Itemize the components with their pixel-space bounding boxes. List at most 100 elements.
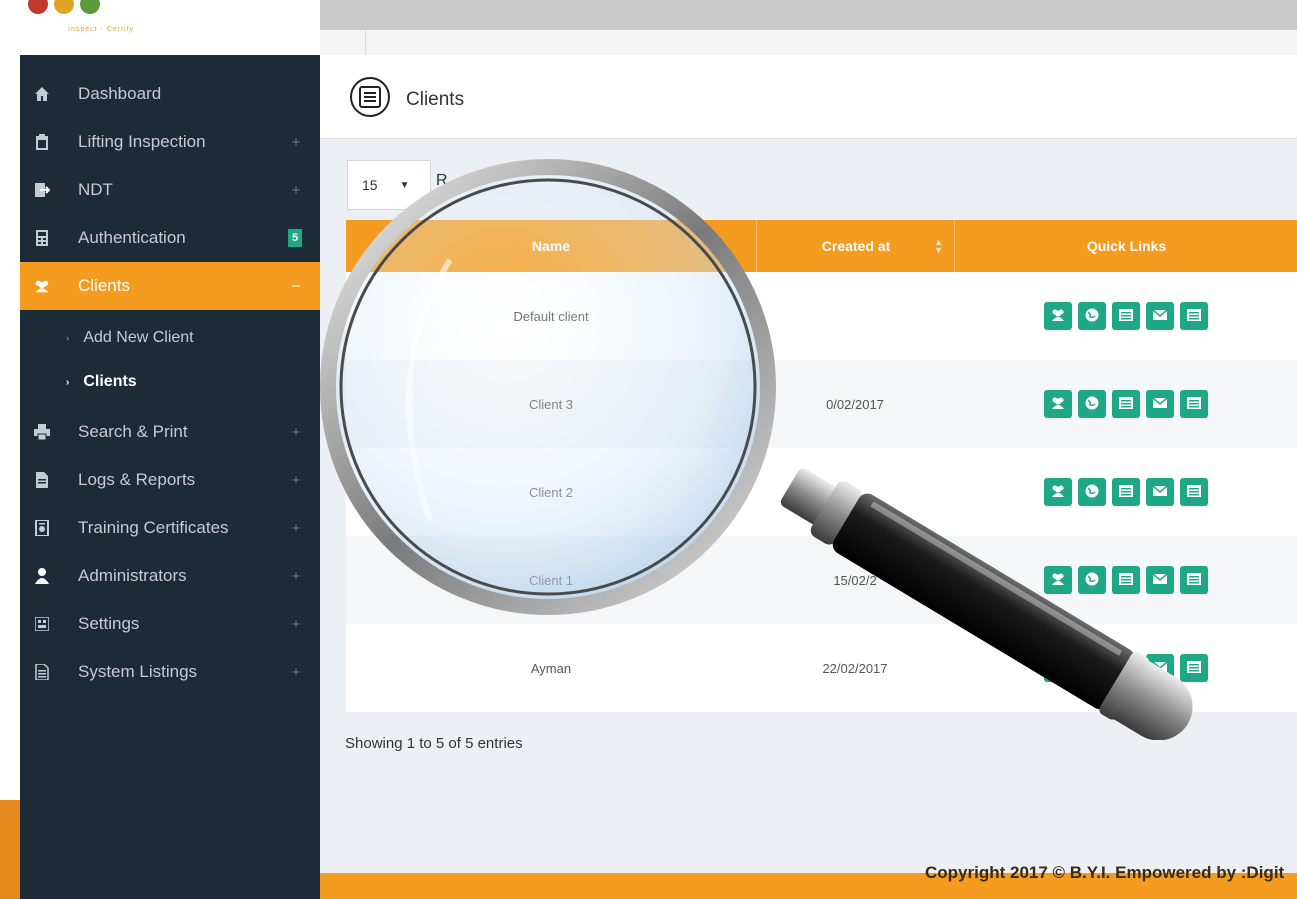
- users-icon: [1050, 483, 1066, 502]
- list-icon: [1118, 307, 1134, 326]
- table-row: Default client: [346, 272, 1297, 360]
- sidebar-item-administrators[interactable]: Administrators +: [20, 552, 320, 600]
- table-row: Client 3 0/02/2017: [346, 360, 1297, 448]
- users-icon: [1050, 395, 1066, 414]
- sidebar-item-training-certificates[interactable]: Training Certificates +: [20, 504, 320, 552]
- sidebar-item-system-listings[interactable]: System Listings +: [20, 648, 320, 696]
- collapse-indicator: −: [291, 277, 301, 295]
- quick-links: [1043, 390, 1208, 418]
- sidebar-item-authentication[interactable]: Authentication 5: [20, 214, 320, 262]
- expand-indicator: +: [291, 567, 301, 585]
- expand-indicator: +: [291, 181, 301, 199]
- sidebar-subitem-clients[interactable]: › Clients: [20, 362, 320, 402]
- list-icon: [1186, 483, 1202, 502]
- logo-dot-green: [80, 0, 100, 14]
- quick-link-button[interactable]: [1077, 654, 1106, 682]
- sidebar-item-dashboard[interactable]: Dashboard: [20, 70, 320, 118]
- footer: Copyright 2017 © B.Y.I. Empowered by :Di…: [320, 863, 1297, 899]
- quick-link-button[interactable]: [1111, 566, 1140, 594]
- quick-link-button[interactable]: [1179, 302, 1208, 330]
- quick-link-button[interactable]: [1111, 654, 1140, 682]
- print-icon: [34, 424, 50, 440]
- envelope-icon: [1152, 307, 1168, 326]
- sidebar-item-clients[interactable]: Clients −: [20, 262, 320, 310]
- quick-link-button[interactable]: [1179, 390, 1208, 418]
- quick-link-button[interactable]: [1043, 654, 1072, 682]
- column-header-name[interactable]: Name: [346, 220, 756, 272]
- settings-icon: [34, 616, 50, 632]
- quick-link-button[interactable]: [1043, 478, 1072, 506]
- quick-link-button[interactable]: [1111, 302, 1140, 330]
- quick-link-button[interactable]: [1179, 478, 1208, 506]
- sidebar-item-label: Authentication: [78, 228, 186, 247]
- envelope-icon: [1152, 395, 1168, 414]
- quick-links: [1043, 654, 1208, 682]
- cell-name: Client 3: [528, 396, 574, 412]
- list-icon: [1186, 395, 1202, 414]
- sidebar-item-label: Training Certificates: [78, 518, 229, 537]
- column-header-label: Name: [531, 238, 571, 254]
- sidebar-item-label: Lifting Inspection: [78, 132, 206, 151]
- sidebar-item-label: Administrators: [78, 566, 187, 585]
- user-icon: [34, 568, 50, 584]
- per-page-value: 15: [362, 177, 378, 193]
- column-header-label: Quick Links: [1086, 238, 1167, 254]
- sidebar-item-label: NDT: [78, 180, 113, 199]
- sidebar-item-lifting-inspection[interactable]: Lifting Inspection +: [20, 118, 320, 166]
- quick-link-button[interactable]: [1043, 566, 1072, 594]
- list-file-icon: [34, 664, 50, 680]
- list-icon: [1186, 659, 1202, 678]
- cell-quick-links: [954, 624, 1297, 712]
- quick-link-button[interactable]: [1077, 566, 1106, 594]
- column-header-created-at[interactable]: Created at ▲ ▼: [756, 220, 955, 272]
- expand-indicator: +: [291, 615, 301, 633]
- logo-dot-red: [28, 0, 48, 14]
- quick-link-button[interactable]: [1077, 302, 1106, 330]
- certificate-icon: [34, 520, 50, 536]
- sidebar-subitem-label: Add New Client: [83, 329, 194, 346]
- logo[interactable]: Inspect - Certify: [0, 0, 320, 55]
- table-row: Ayman 22/02/2017: [346, 624, 1297, 712]
- quick-link-button[interactable]: [1145, 302, 1174, 330]
- per-page-select[interactable]: 15 ▼: [347, 160, 431, 210]
- quick-link-button[interactable]: [1145, 566, 1174, 594]
- quick-link-button[interactable]: [1179, 566, 1208, 594]
- page-header: Clients: [320, 55, 1297, 139]
- sidebar-subitem-add-new-client[interactable]: › Add New Client: [20, 318, 320, 358]
- expand-indicator: +: [291, 663, 301, 681]
- sidebar-item-ndt[interactable]: NDT +: [20, 166, 320, 214]
- caret-down-icon: ▼: [399, 179, 410, 191]
- globe-icon: [1084, 483, 1100, 502]
- quick-link-button[interactable]: [1043, 390, 1072, 418]
- list-icon: [1118, 659, 1134, 678]
- users-icon: [1050, 571, 1066, 590]
- quick-link-button[interactable]: [1043, 302, 1072, 330]
- sidebar-item-logs-reports[interactable]: Logs & Reports +: [20, 456, 320, 504]
- logo-dot-yellow: [54, 0, 74, 14]
- globe-icon: [1084, 307, 1100, 326]
- sidebar-item-settings[interactable]: Settings +: [20, 600, 320, 648]
- quick-link-button[interactable]: [1145, 654, 1174, 682]
- envelope-icon: [1152, 483, 1168, 502]
- quick-links: [1043, 302, 1208, 330]
- quick-link-button[interactable]: [1077, 478, 1106, 506]
- quick-link-button[interactable]: [1145, 390, 1174, 418]
- sidebar-item-label: Logs & Reports: [78, 470, 196, 489]
- sidebar-item-label: System Listings: [78, 662, 198, 681]
- chevron-right-icon: ›: [66, 376, 70, 388]
- quick-link-button[interactable]: [1145, 478, 1174, 506]
- expand-indicator: +: [291, 471, 301, 489]
- quick-link-button[interactable]: [1111, 390, 1140, 418]
- count-badge: 5: [288, 229, 302, 247]
- list-icon: [1118, 395, 1134, 414]
- quick-link-button[interactable]: [1111, 478, 1140, 506]
- divider: [365, 30, 366, 55]
- globe-icon: [1084, 571, 1100, 590]
- sidebar-item-search-print[interactable]: Search & Print +: [20, 408, 320, 456]
- cell-quick-links: [954, 536, 1297, 624]
- cell-name: Client 1: [528, 572, 574, 588]
- quick-link-button[interactable]: [1179, 654, 1208, 682]
- cell-created-at: [756, 272, 954, 360]
- globe-icon: [1084, 659, 1100, 678]
- quick-link-button[interactable]: [1077, 390, 1106, 418]
